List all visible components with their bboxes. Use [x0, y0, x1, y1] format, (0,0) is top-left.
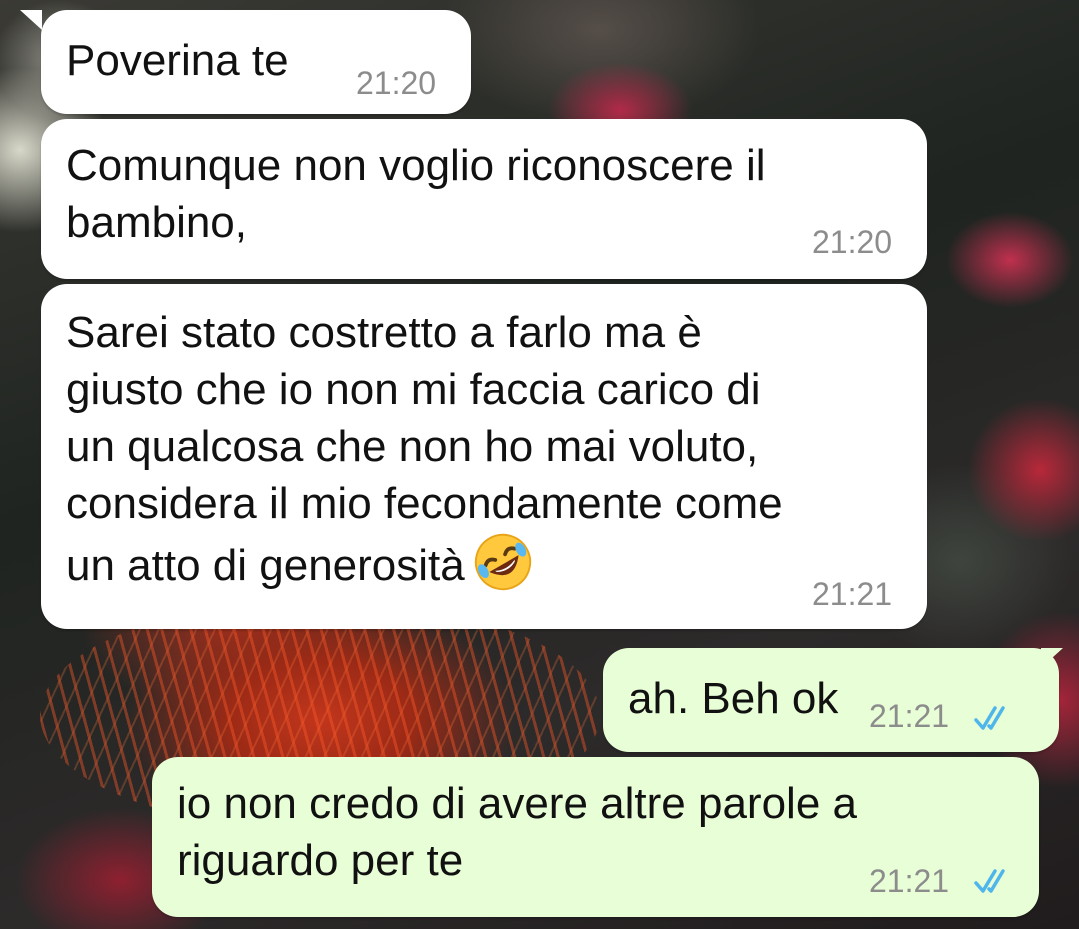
incoming-bubble-tail — [20, 10, 42, 30]
rolling-on-floor-laughing-emoji — [474, 533, 531, 591]
chat-message-list[interactable]: Poverina te 21:20 Comunque non voglio ri… — [0, 0, 1079, 929]
incoming-message[interactable]: Poverina te 21:20 — [41, 10, 471, 114]
message-text: Sarei stato costretto a farlo ma è giust… — [66, 304, 783, 594]
message-timestamp: 21:21 — [869, 863, 950, 899]
outgoing-message[interactable]: io non credo di avere altre parole a rig… — [152, 757, 1039, 917]
message-text: ah. Beh ok — [628, 674, 839, 723]
message-timestamp: 21:20 — [356, 65, 437, 101]
message-text: io non credo di avere altre parole a rig… — [177, 779, 857, 885]
message-timestamp: 21:21 — [812, 576, 893, 612]
message-text: Poverina te — [66, 36, 289, 85]
message-timestamp: 21:21 — [869, 698, 950, 734]
outgoing-message[interactable]: ah. Beh ok 21:21 — [603, 648, 1059, 752]
double-check-read-icon — [974, 706, 1005, 730]
message-timestamp: 21:20 — [812, 224, 893, 260]
message-text: Comunque non voglio riconoscere il bambi… — [66, 141, 766, 247]
incoming-message[interactable]: Comunque non voglio riconoscere il bambi… — [41, 119, 927, 279]
incoming-message[interactable]: Sarei stato costretto a farlo ma è giust… — [41, 284, 927, 629]
double-check-read-icon — [974, 869, 1005, 893]
